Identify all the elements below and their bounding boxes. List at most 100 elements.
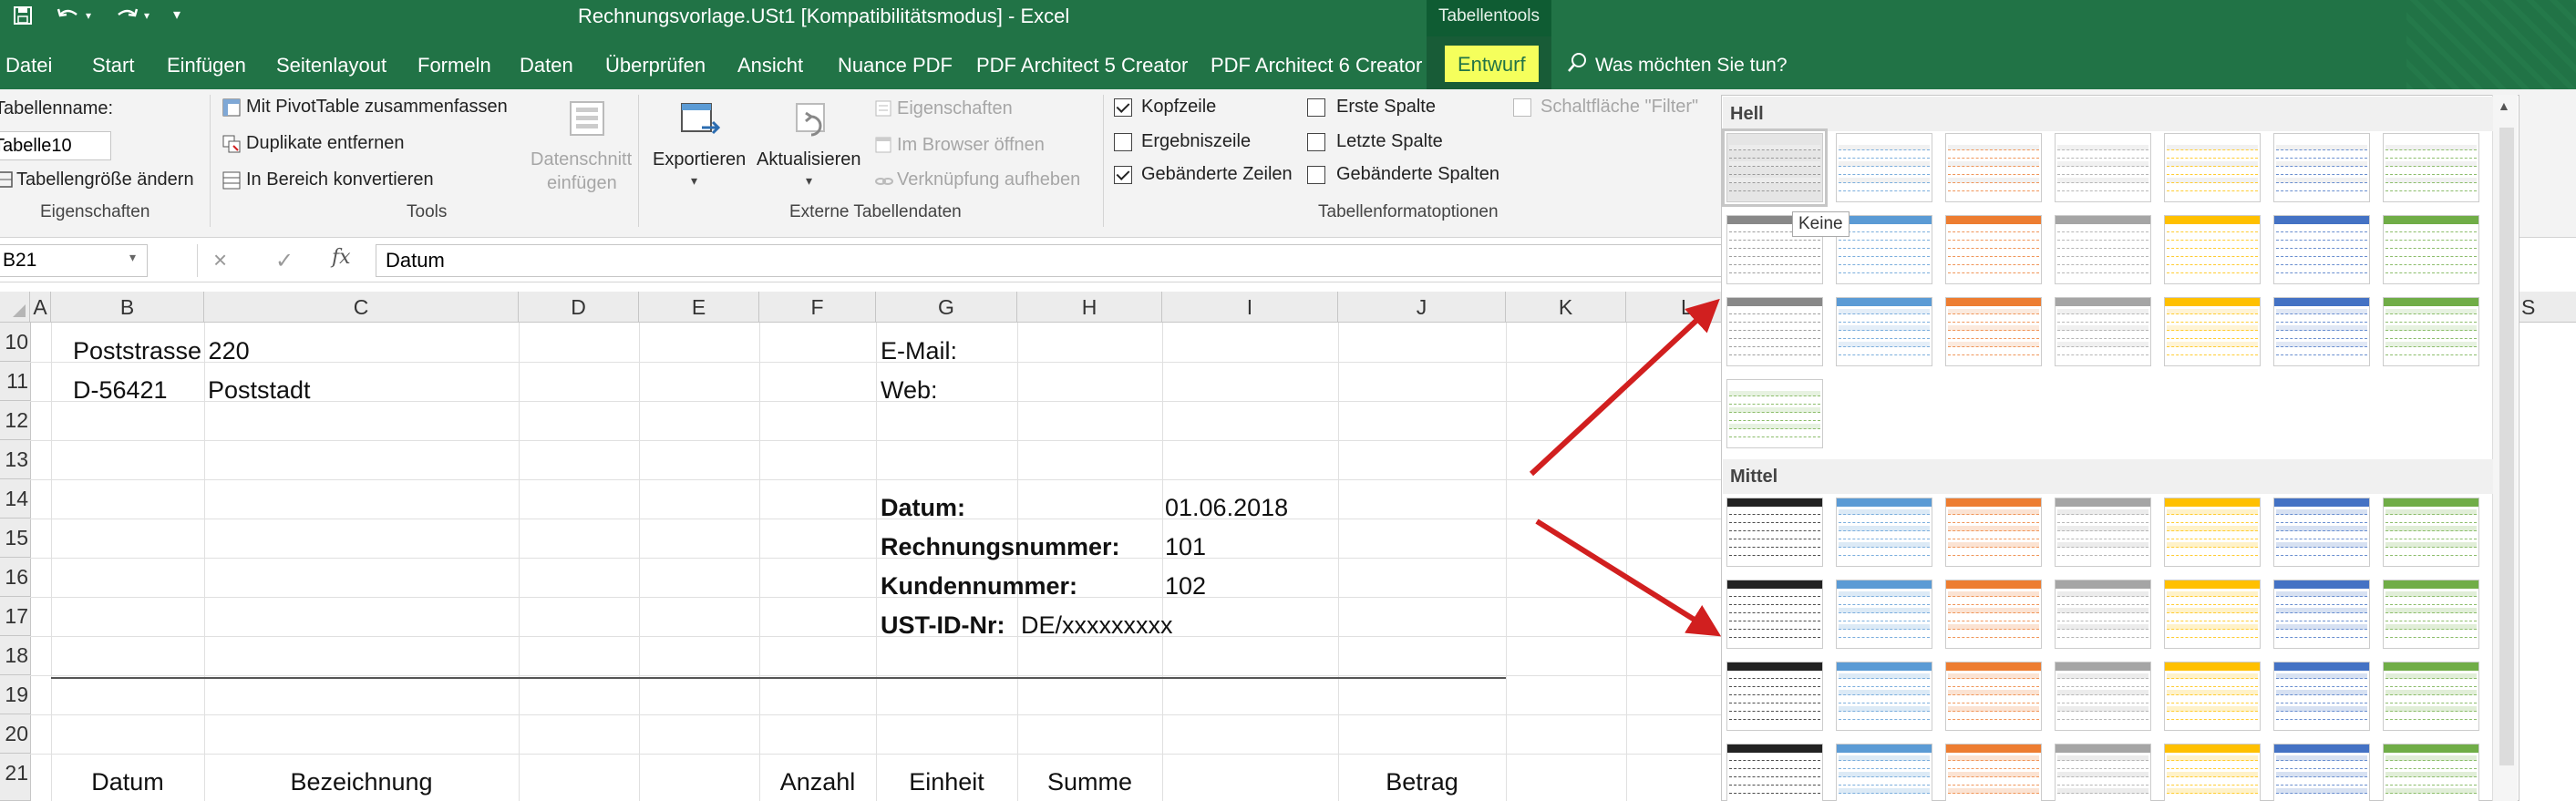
tell-me-input[interactable]: Was möchten Sie tun? — [1595, 36, 1788, 89]
insert-function-icon[interactable]: fx — [332, 246, 351, 269]
cell-h21[interactable]: Summe — [1017, 768, 1162, 796]
row-header-13[interactable]: 13 — [0, 440, 30, 479]
undo-dropdown-icon[interactable]: ▾ — [86, 0, 91, 36]
table-style-hell-3-4[interactable] — [2055, 297, 2151, 366]
ergebniszeile-checkbox[interactable] — [1114, 133, 1132, 151]
tab-pdf-architect-5[interactable]: PDF Architect 5 Creator — [976, 36, 1188, 89]
tab-seitenlayout[interactable]: Seitenlayout — [276, 36, 386, 89]
table-style-mittel-4-4[interactable] — [2055, 744, 2151, 801]
table-style-hell-1-1[interactable] — [1722, 128, 1828, 207]
table-style-hell-1-6[interactable] — [2273, 133, 2370, 202]
scroll-up-icon[interactable]: ▲ — [2498, 98, 2510, 113]
gebaenderte-zeilen-checkbox[interactable] — [1114, 166, 1132, 184]
table-style-mittel-2-4[interactable] — [2055, 580, 2151, 649]
table-style-mittel-1-1[interactable] — [1726, 498, 1823, 567]
row-header-20[interactable]: 20 — [0, 714, 30, 754]
export-button[interactable]: Exportieren — [653, 149, 746, 170]
unlink-button[interactable]: Verknüpfung aufheben — [897, 169, 1080, 190]
table-style-hell-1-4[interactable] — [2055, 133, 2151, 202]
table-style-mittel-3-6[interactable] — [2273, 662, 2370, 731]
cell-b11[interactable]: D-56421 — [73, 376, 168, 405]
column-header-d[interactable]: D — [519, 292, 639, 323]
table-style-mittel-4-2[interactable] — [1836, 744, 1932, 801]
table-style-hell-2-3[interactable] — [1945, 215, 2042, 284]
tab-daten[interactable]: Daten — [520, 36, 573, 89]
row-header-10[interactable]: 10 — [0, 323, 30, 362]
row-header-12[interactable]: 12 — [0, 401, 30, 440]
kopfzeile-checkbox[interactable] — [1114, 98, 1132, 117]
redo-dropdown-icon[interactable]: ▾ — [144, 0, 149, 36]
cell-c11[interactable]: Poststadt — [208, 376, 311, 405]
open-browser-button[interactable]: Im Browser öffnen — [897, 135, 1045, 156]
table-style-mittel-1-6[interactable] — [2273, 498, 2370, 567]
table-style-mittel-4-6[interactable] — [2273, 744, 2370, 801]
letzte-spalte-checkbox[interactable] — [1307, 133, 1325, 151]
table-style-mittel-3-2[interactable] — [1836, 662, 1932, 731]
insert-slicer-button[interactable]: Datenschnitt — [531, 149, 632, 170]
table-style-hell-3-5[interactable] — [2164, 297, 2261, 366]
cell-b21[interactable]: Datum — [51, 768, 204, 796]
enter-icon[interactable]: ✓ — [275, 248, 294, 274]
cell-b10[interactable]: Poststrasse 220 — [73, 337, 250, 365]
name-box[interactable]: B21 — [0, 244, 148, 277]
table-style-hell-1-7[interactable] — [2383, 133, 2479, 202]
row-header-21[interactable]: 21 — [0, 754, 30, 801]
cancel-icon[interactable]: × — [213, 246, 227, 274]
properties-button[interactable]: Eigenschaften — [897, 98, 1013, 119]
row-header-17[interactable]: 17 — [0, 597, 30, 636]
table-style-mittel-3-4[interactable] — [2055, 662, 2151, 731]
table-style-mittel-2-3[interactable] — [1945, 580, 2042, 649]
tab-einfuegen[interactable]: Einfügen — [167, 36, 246, 89]
table-style-hell-2-2[interactable] — [1836, 215, 1932, 284]
tab-pdf-architect-6[interactable]: PDF Architect 6 Creator — [1211, 36, 1422, 89]
column-header-s[interactable]: S — [2519, 292, 2576, 323]
table-style-mittel-2-6[interactable] — [2273, 580, 2370, 649]
table-style-mittel-3-7[interactable] — [2383, 662, 2479, 731]
cell-i15[interactable]: 101 — [1165, 533, 1206, 561]
convert-range-button[interactable]: In Bereich konvertieren — [246, 169, 434, 190]
table-style-mittel-3-5[interactable] — [2164, 662, 2261, 731]
resize-table-button[interactable]: Tabellengröße ändern — [16, 169, 194, 190]
customize-icon[interactable]: ▾ — [173, 0, 180, 36]
export-dropdown-icon[interactable]: ▾ — [691, 173, 697, 189]
tab-nuance-pdf[interactable]: Nuance PDF — [838, 36, 953, 89]
gebaenderte-spalten-checkbox[interactable] — [1307, 166, 1325, 184]
cell-h17[interactable]: DE/xxxxxxxxx — [1021, 611, 1173, 640]
cell-g16[interactable]: Kundennummer: — [881, 572, 1077, 601]
column-header-j[interactable]: J — [1338, 292, 1506, 323]
table-style-mittel-3-3[interactable] — [1945, 662, 2042, 731]
table-style-hell-1-5[interactable] — [2164, 133, 2261, 202]
cell-c21[interactable]: Bezeichnung — [204, 768, 519, 796]
pivottable-button[interactable]: Mit PivotTable zusammenfassen — [246, 97, 508, 118]
table-style-mittel-2-1[interactable] — [1726, 580, 1823, 649]
table-style-mittel-2-2[interactable] — [1836, 580, 1932, 649]
table-style-mittel-2-5[interactable] — [2164, 580, 2261, 649]
undo-icon[interactable] — [57, 0, 80, 36]
tab-ansicht[interactable]: Ansicht — [737, 36, 803, 89]
table-style-hell-2-4[interactable] — [2055, 215, 2151, 284]
column-header-c[interactable]: C — [204, 292, 519, 323]
cell-i16[interactable]: 102 — [1165, 572, 1206, 601]
table-style-hell-3-2[interactable] — [1836, 297, 1932, 366]
table-name-input[interactable]: Tabelle10 — [0, 131, 111, 160]
refresh-button[interactable]: Aktualisieren — [757, 149, 861, 170]
column-header-i[interactable]: I — [1162, 292, 1338, 323]
tab-ueberpruefen[interactable]: Überprüfen — [605, 36, 706, 89]
column-header-g[interactable]: G — [876, 292, 1017, 323]
tab-datei[interactable]: Datei — [5, 36, 52, 89]
table-style-mittel-1-4[interactable] — [2055, 498, 2151, 567]
table-style-hell-3-7[interactable] — [2383, 297, 2479, 366]
redo-icon[interactable] — [115, 0, 139, 36]
table-style-mittel-1-5[interactable] — [2164, 498, 2261, 567]
table-style-mittel-4-1[interactable] — [1726, 744, 1823, 801]
table-style-mittel-1-3[interactable] — [1945, 498, 2042, 567]
table-style-hell-1-2[interactable] — [1836, 133, 1932, 202]
table-style-mittel-1-2[interactable] — [1836, 498, 1932, 567]
cell-f21[interactable]: Anzahl — [759, 768, 876, 796]
row-header-14[interactable]: 14 — [0, 479, 30, 519]
tab-start[interactable]: Start — [92, 36, 134, 89]
table-style-mittel-4-7[interactable] — [2383, 744, 2479, 801]
filter-button-checkbox[interactable] — [1513, 98, 1531, 117]
formula-input[interactable]: Datum — [376, 244, 1723, 277]
table-style-mittel-2-7[interactable] — [2383, 580, 2479, 649]
